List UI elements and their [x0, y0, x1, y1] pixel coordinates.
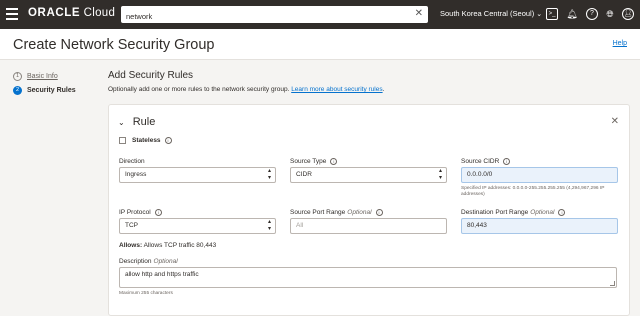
direction-label: Direction	[119, 158, 145, 165]
select-arrows-icon: ▴ ▾	[438, 168, 442, 181]
destination-port-range-input[interactable]: 80,443	[461, 218, 618, 234]
source-cidr-help: Specified IP addresses: 0.0.0.0-255.255.…	[461, 186, 605, 197]
notifications-bell-icon[interactable]: 🔔︎	[566, 8, 578, 20]
select-arrows-icon: ▴ ▾	[267, 219, 271, 232]
source-port-range-label: Source Port Range Optional i	[290, 209, 383, 216]
help-link[interactable]: Help	[613, 40, 627, 47]
page-title: Create Network Security Group	[13, 37, 215, 53]
oracle-cloud-logo[interactable]: ORACLE Cloud	[28, 7, 115, 19]
page-header: Create Network Security Group Help	[0, 29, 640, 60]
source-cidr-label: Source CIDR i	[461, 158, 511, 165]
wizard-steps: 1 Basic Info 2 Security Rules	[13, 70, 76, 98]
info-icon[interactable]: i	[503, 158, 511, 165]
learn-more-link[interactable]: Learn more about security rules	[291, 86, 382, 93]
source-cidr-input[interactable]: 0.0.0.0/0	[461, 167, 618, 183]
hamburger-menu-icon[interactable]	[6, 8, 18, 20]
user-profile-icon[interactable]: 👤︎	[622, 8, 634, 20]
info-icon[interactable]: i	[375, 209, 383, 216]
rule-panel: ⌄ Rule ✕ Stateless i Direction Ingress ▴ ▾…	[108, 104, 630, 316]
clear-search-icon[interactable]: ✕	[415, 8, 423, 20]
direction-select[interactable]: Ingress ▴ ▾	[119, 167, 276, 183]
info-icon[interactable]: i	[164, 137, 172, 144]
step-security-rules[interactable]: 2 Security Rules	[13, 84, 76, 96]
allows-summary: Allows: Allows TCP traffic 80,443	[119, 242, 217, 249]
step-label: Security Rules	[27, 86, 76, 94]
remove-rule-icon[interactable]: ✕	[611, 116, 619, 127]
stateless-checkbox[interactable]	[119, 137, 126, 144]
search-input[interactable]	[121, 8, 401, 25]
step-number: 2	[13, 85, 22, 95]
info-icon[interactable]: i	[154, 209, 162, 216]
cloud-shell-icon[interactable]: >_	[546, 8, 558, 20]
description-label: Description Optional	[119, 258, 178, 265]
stateless-option[interactable]: Stateless i	[119, 137, 172, 144]
source-type-label: Source Type i	[290, 158, 338, 165]
region-selector[interactable]: South Korea Central (Seoul) ⌄	[440, 9, 542, 18]
chevron-down-icon: ⌄	[536, 11, 543, 18]
search-bar[interactable]: ✕	[121, 6, 428, 25]
select-arrows-icon: ▴ ▾	[267, 168, 271, 181]
section-title: Add Security Rules	[108, 70, 194, 81]
section-description: Optionally add one or more rules to the …	[108, 86, 385, 93]
destination-port-range-label: Destination Port Range Optional i	[461, 209, 566, 216]
rule-header[interactable]: ⌄ Rule	[118, 116, 155, 128]
source-type-select[interactable]: CIDR ▴ ▾	[290, 167, 447, 183]
description-textarea[interactable]: allow http and https traffic	[119, 267, 617, 288]
language-globe-icon[interactable]: 🌐︎	[604, 8, 616, 20]
description-help: Maximum 255 characters	[119, 291, 173, 296]
help-icon[interactable]: ?	[586, 8, 598, 20]
step-label[interactable]: Basic Info	[27, 73, 58, 80]
ip-protocol-select[interactable]: TCP ▴ ▾	[119, 218, 276, 234]
ip-protocol-label: IP Protocol i	[119, 209, 162, 216]
source-port-range-input[interactable]: All	[290, 218, 447, 234]
stateless-label: Stateless	[132, 137, 161, 144]
info-icon[interactable]: i	[558, 209, 566, 216]
top-navigation-bar: ORACLE Cloud ✕ South Korea Central (Seou…	[0, 0, 640, 29]
info-icon[interactable]: i	[330, 158, 338, 165]
step-number: 1	[13, 71, 22, 81]
resize-handle-icon[interactable]	[610, 281, 615, 286]
collapse-chevron-icon[interactable]: ⌄	[118, 118, 125, 127]
rule-title: Rule	[132, 116, 156, 128]
step-basic-info[interactable]: 1 Basic Info	[13, 70, 76, 82]
